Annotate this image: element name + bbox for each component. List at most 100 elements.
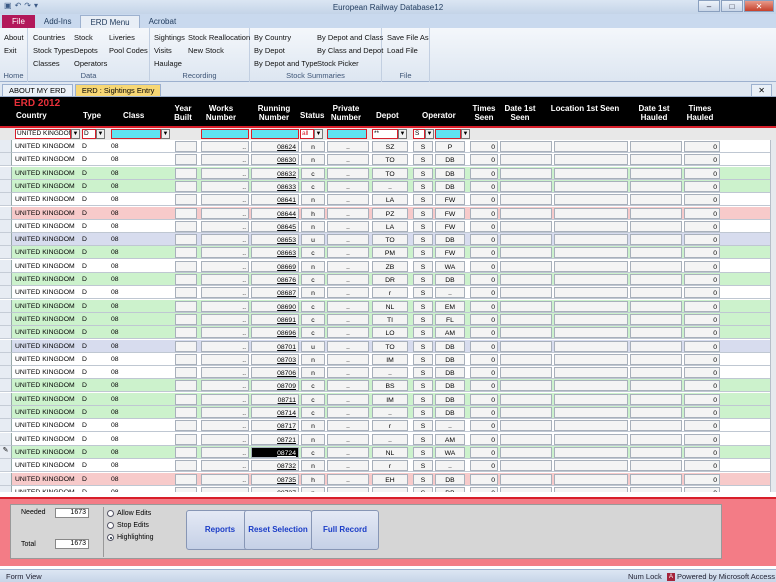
private-number-cell[interactable]: .. bbox=[327, 194, 369, 206]
new-stock-button[interactable]: New Stock bbox=[188, 46, 224, 55]
private-number-cell[interactable]: .. bbox=[327, 141, 369, 152]
operator-code-cell[interactable]: DB bbox=[435, 486, 465, 492]
operator-cell[interactable]: S bbox=[413, 380, 433, 392]
location-first-seen-cell[interactable] bbox=[554, 180, 628, 192]
country-cell[interactable]: UNITED KINGDOM bbox=[15, 327, 80, 338]
depot-cell[interactable]: PZ bbox=[372, 207, 408, 219]
works-number-cell[interactable]: .. bbox=[201, 380, 249, 392]
status-cell[interactable]: n bbox=[301, 367, 325, 379]
class-cell[interactable]: 08 bbox=[111, 208, 171, 219]
class-cell[interactable]: 08 bbox=[111, 460, 171, 471]
works-number-cell[interactable]: .. bbox=[201, 473, 249, 485]
table-row[interactable]: UNITED KINGDOM D 08.. 08703 n.. IM S DB 0 0 bbox=[0, 352, 776, 366]
depot-cell[interactable]: .. bbox=[372, 367, 408, 379]
running-number-cell[interactable]: 08641 bbox=[251, 194, 299, 206]
times-hauled-cell[interactable]: 0 bbox=[684, 367, 720, 379]
private-number-cell[interactable]: .. bbox=[327, 486, 369, 492]
record-selector[interactable] bbox=[0, 273, 12, 286]
country-cell[interactable]: UNITED KINGDOM bbox=[15, 314, 80, 325]
status-cell[interactable]: n bbox=[301, 420, 325, 432]
exit-button[interactable]: Exit bbox=[4, 46, 17, 55]
location-first-seen-cell[interactable] bbox=[554, 287, 628, 299]
operator-cell[interactable]: S bbox=[413, 353, 433, 365]
operator-cell[interactable]: S bbox=[413, 313, 433, 325]
operator-cell[interactable]: S bbox=[413, 460, 433, 472]
operator-code-cell[interactable]: AM bbox=[435, 327, 465, 339]
year-built-cell[interactable] bbox=[175, 340, 197, 352]
allow-edits-option[interactable]: Allow Edits bbox=[107, 510, 151, 517]
date-first-seen-cell[interactable] bbox=[500, 141, 552, 152]
year-built-cell[interactable] bbox=[175, 460, 197, 472]
works-number-cell[interactable]: .. bbox=[201, 353, 249, 365]
country-cell[interactable]: UNITED KINGDOM bbox=[15, 261, 80, 272]
type-cell[interactable]: D bbox=[82, 141, 108, 152]
works-number-cell[interactable]: .. bbox=[201, 234, 249, 246]
works-number-cell[interactable]: .. bbox=[201, 220, 249, 232]
type-cell[interactable]: D bbox=[82, 380, 108, 391]
country-cell[interactable]: UNITED KINGDOM bbox=[15, 168, 80, 179]
times-hauled-cell[interactable]: 0 bbox=[684, 473, 720, 485]
private-number-cell[interactable]: .. bbox=[327, 274, 369, 285]
private-number-cell[interactable]: .. bbox=[327, 260, 369, 272]
private-number-cell[interactable]: .. bbox=[327, 433, 369, 445]
times-seen-cell[interactable]: 0 bbox=[470, 313, 498, 325]
location-first-seen-cell[interactable] bbox=[554, 300, 628, 312]
pool-codes-button[interactable]: Pool Codes bbox=[109, 46, 148, 55]
type-cell[interactable]: D bbox=[82, 221, 108, 232]
operator-code-cell[interactable]: FW bbox=[435, 220, 465, 232]
date-first-hauled-cell[interactable] bbox=[630, 407, 682, 418]
location-first-seen-cell[interactable] bbox=[554, 313, 628, 325]
location-first-seen-cell[interactable] bbox=[554, 340, 628, 352]
running-number-cell[interactable]: 08703 bbox=[251, 353, 299, 365]
visits-button[interactable]: Visits bbox=[154, 46, 172, 55]
depot-cell[interactable]: BS bbox=[372, 380, 408, 392]
date-first-seen-cell[interactable] bbox=[500, 234, 552, 246]
private-number-cell[interactable]: .. bbox=[327, 154, 369, 166]
times-seen-cell[interactable]: 0 bbox=[470, 154, 498, 166]
record-selector[interactable] bbox=[0, 299, 12, 313]
times-seen-cell[interactable]: 0 bbox=[470, 473, 498, 485]
private-number-cell[interactable]: .. bbox=[327, 234, 369, 246]
class-cell[interactable]: 08 bbox=[111, 168, 171, 179]
type-cell[interactable]: D bbox=[82, 261, 108, 272]
date-first-hauled-cell[interactable] bbox=[630, 486, 682, 492]
running-number-cell[interactable]: 08696 bbox=[251, 327, 299, 339]
year-built-cell[interactable] bbox=[175, 180, 197, 192]
operator-cell[interactable]: S bbox=[413, 234, 433, 246]
year-built-cell[interactable] bbox=[175, 446, 197, 458]
works-number-cell[interactable]: .. bbox=[201, 141, 249, 152]
status-cell[interactable]: n bbox=[301, 154, 325, 166]
type-cell[interactable]: D bbox=[82, 474, 108, 485]
table-row[interactable]: UNITED KINGDOM D 08.. 08732 n.. r S.. 0 0 bbox=[0, 459, 776, 473]
depot-cell[interactable]: LO bbox=[372, 327, 408, 339]
table-row[interactable]: ✎ UNITED KINGDOM D 08.. 08724 c.. NL S WA 0 0 bbox=[0, 445, 776, 459]
date-first-seen-cell[interactable] bbox=[500, 300, 552, 312]
status-cell[interactable]: n bbox=[301, 194, 325, 206]
sightings-button[interactable]: Sightings bbox=[154, 33, 185, 42]
running-number-cell[interactable]: 08663 bbox=[251, 247, 299, 259]
table-row[interactable]: UNITED KINGDOM D 08.. 08706 n.... S DB 0 0 bbox=[0, 366, 776, 380]
chevron-down-icon[interactable]: ▼ bbox=[96, 129, 105, 139]
record-selector[interactable] bbox=[0, 352, 12, 366]
class-cell[interactable]: 08 bbox=[111, 447, 171, 458]
running-number-cell[interactable]: 08709 bbox=[251, 380, 299, 392]
class-cell[interactable]: 08 bbox=[111, 141, 171, 152]
class-cell[interactable]: 08 bbox=[111, 380, 171, 391]
depot-cell[interactable]: NL bbox=[372, 446, 408, 458]
year-built-cell[interactable] bbox=[175, 473, 197, 485]
chevron-down-icon[interactable]: ▼ bbox=[161, 129, 170, 139]
status-cell[interactable]: u bbox=[301, 340, 325, 352]
table-row[interactable]: UNITED KINGDOM D 08.. 08644 h.. PZ S FW 0 0 bbox=[0, 206, 776, 220]
running-number-cell[interactable]: 08687 bbox=[251, 287, 299, 299]
date-first-hauled-cell[interactable] bbox=[630, 340, 682, 352]
date-first-hauled-cell[interactable] bbox=[630, 327, 682, 339]
running-number-cell[interactable]: 08690 bbox=[251, 300, 299, 312]
running-number-cell[interactable]: 08691 bbox=[251, 313, 299, 325]
country-cell[interactable]: UNITED KINGDOM bbox=[15, 354, 80, 365]
running-number-cell[interactable]: 08732 bbox=[251, 460, 299, 472]
type-cell[interactable]: D bbox=[82, 407, 108, 418]
private-number-cell[interactable]: .. bbox=[327, 167, 369, 179]
country-cell[interactable]: UNITED KINGDOM bbox=[15, 447, 80, 458]
depot-cell[interactable]: r bbox=[372, 287, 408, 299]
class-cell[interactable]: 08 bbox=[111, 394, 171, 405]
